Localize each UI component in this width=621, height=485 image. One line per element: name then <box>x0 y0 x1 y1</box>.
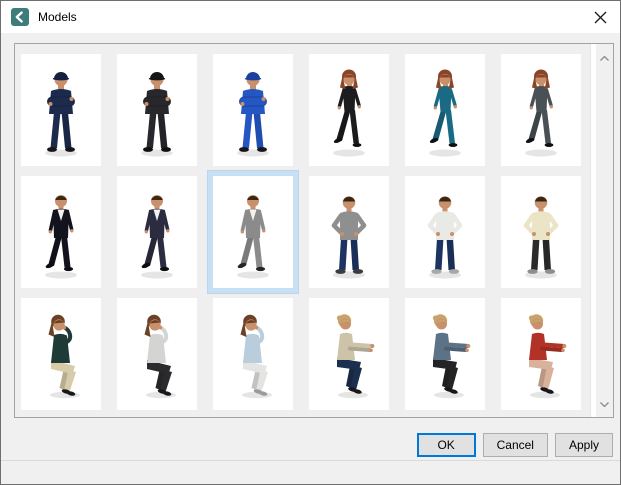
close-button[interactable] <box>580 1 620 33</box>
scroll-up-button[interactable] <box>596 50 613 67</box>
model-tile-man-suit-navy[interactable] <box>117 176 197 288</box>
model-figure-man-coverall-black <box>117 54 197 166</box>
models-dialog: Models <box>0 0 621 485</box>
model-figure-man-coverall-blue <box>213 54 293 166</box>
model-figure-woman-sitting-phone-green <box>21 298 101 410</box>
model-tile-man-suit-black[interactable] <box>21 176 101 288</box>
model-tile-woman-sitting-reach-red[interactable] <box>501 298 581 410</box>
model-tile-woman-walking-black[interactable] <box>309 54 389 166</box>
model-figure-woman-sitting-reach-slate <box>405 298 485 410</box>
model-figure-man-sweater-cream-black <box>501 176 581 288</box>
model-figure-woman-sitting-reach-beige <box>309 298 389 410</box>
model-grid <box>21 54 581 410</box>
model-figure-woman-walking-black <box>309 54 389 166</box>
cancel-button[interactable]: Cancel <box>483 433 548 457</box>
model-tile-woman-sitting-phone-green[interactable] <box>21 298 101 410</box>
model-tile-man-coverall-black[interactable] <box>117 54 197 166</box>
app-back-chevron-icon <box>11 8 29 26</box>
ok-button[interactable]: OK <box>417 433 476 457</box>
model-tile-woman-walking-gray[interactable] <box>501 54 581 166</box>
model-figure-woman-sitting-phone-gray <box>117 298 197 410</box>
chevron-up-icon <box>600 56 609 61</box>
dialog-button-row: OK Cancel Apply <box>417 433 613 457</box>
titlebar[interactable]: Models <box>1 1 620 33</box>
apply-button[interactable]: Apply <box>555 433 613 457</box>
model-figure-woman-sitting-reach-red <box>501 298 581 410</box>
model-tile-man-sweater-gray-jeans[interactable] <box>309 176 389 288</box>
model-list-panel <box>14 43 614 418</box>
model-figure-man-suit-gray <box>213 176 293 288</box>
model-tile-man-coverall-navy[interactable] <box>21 54 101 166</box>
model-figure-woman-walking-gray <box>501 54 581 166</box>
model-figure-man-sweater-white-jeans <box>405 176 485 288</box>
model-figure-man-suit-black <box>21 176 101 288</box>
bottom-separator <box>1 460 620 461</box>
model-tile-man-suit-gray-selected[interactable] <box>213 176 293 288</box>
model-figure-woman-sitting-phone-blue <box>213 298 293 410</box>
scrollbar-track[interactable] <box>596 44 613 417</box>
model-tile-woman-sitting-phone-blue[interactable] <box>213 298 293 410</box>
vertical-scrollbar[interactable] <box>590 44 613 417</box>
model-tile-woman-sitting-phone-gray[interactable] <box>117 298 197 410</box>
model-figure-woman-walking-teal <box>405 54 485 166</box>
scroll-down-button[interactable] <box>596 396 613 413</box>
model-figure-man-coverall-navy <box>21 54 101 166</box>
model-tile-woman-sitting-reach-slate[interactable] <box>405 298 485 410</box>
close-icon <box>594 11 607 24</box>
model-tile-man-sweater-white-jeans[interactable] <box>405 176 485 288</box>
model-figure-man-sweater-gray-jeans <box>309 176 389 288</box>
dialog-title: Models <box>38 1 77 33</box>
model-tile-woman-sitting-reach-beige[interactable] <box>309 298 389 410</box>
model-tile-woman-walking-teal[interactable] <box>405 54 485 166</box>
model-figure-man-suit-navy <box>117 176 197 288</box>
chevron-down-icon <box>600 402 609 407</box>
model-tile-man-coverall-blue[interactable] <box>213 54 293 166</box>
model-tile-man-sweater-cream-black[interactable] <box>501 176 581 288</box>
